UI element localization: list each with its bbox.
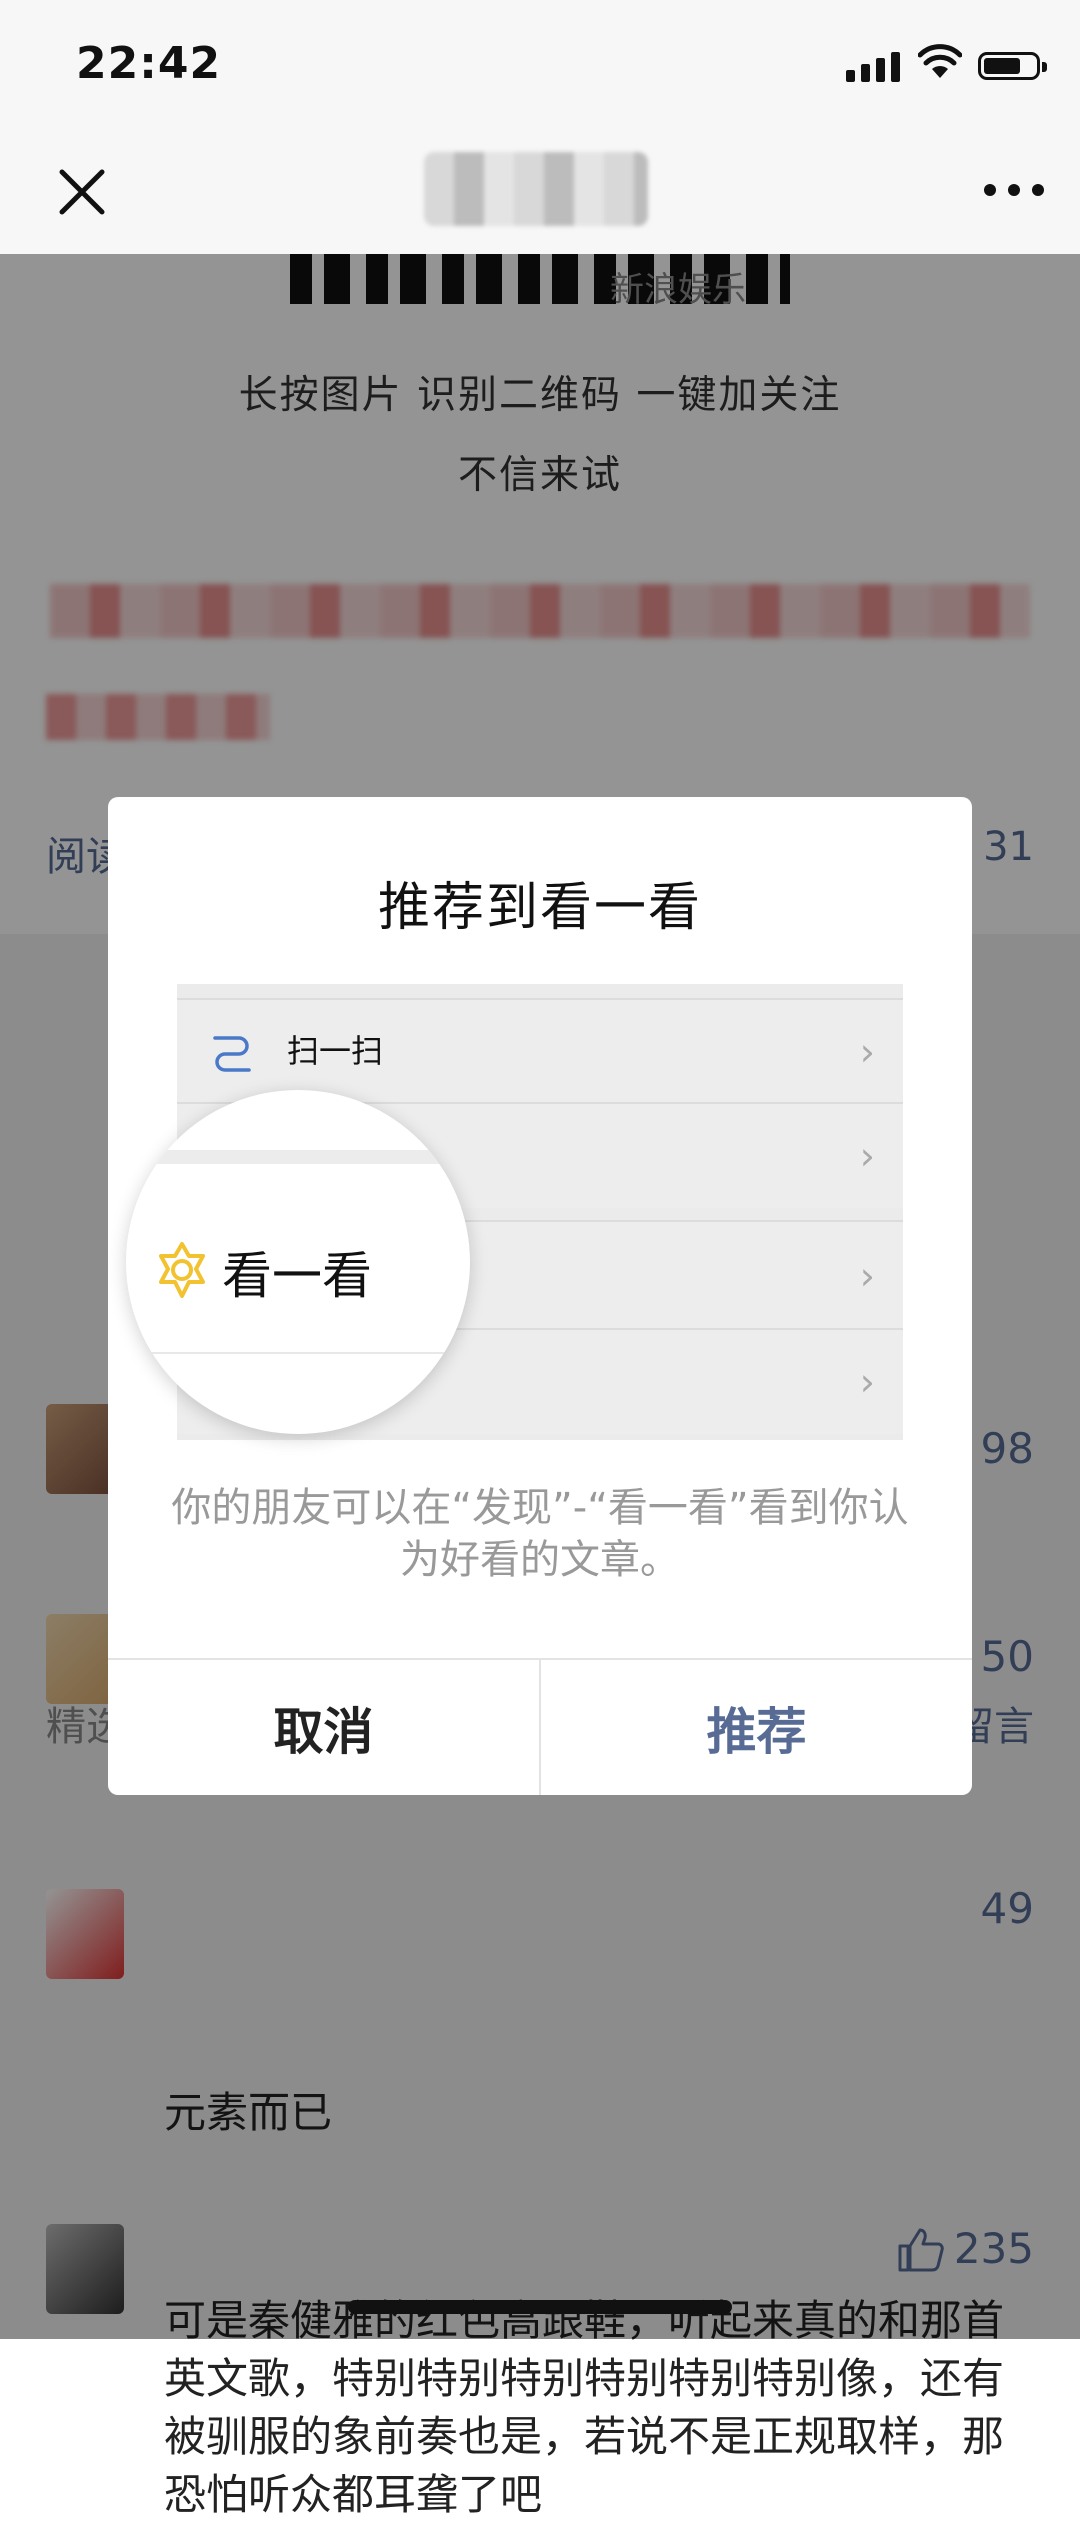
more-options-icon[interactable] [984,184,1044,196]
cancel-button[interactable]: 取消 [108,1660,539,1795]
wifi-icon [918,44,962,78]
illustration-scan-label: 扫一扫 [287,1032,384,1070]
dialog-title: 推荐到看一看 [377,878,702,938]
nav-bar [0,130,1080,254]
scan-icon [213,1036,251,1072]
battery-icon [978,52,1047,80]
top-stories-icon [159,1242,205,1298]
page-title-blurred [424,152,648,226]
chevron-right-icon: › [859,1030,875,1074]
recommend-button[interactable]: 推荐 [541,1660,972,1795]
chevron-right-icon: › [859,1360,875,1404]
cellular-signal-icon [846,52,900,82]
status-time: 22:42 [76,38,222,89]
dialog-description: 你的朋友可以在“发现”-“看一看”看到你认为好看的文章。 [171,1485,909,1583]
recommend-dialog: 推荐到看一看 扫一扫 › › › › 看一看 你的朋友可以在“发现”-“看一看”… [108,797,972,1795]
magnifier-highlight: 看一看 [126,1090,470,1434]
status-bar: 22:42 [0,0,1080,130]
highlight-label: 看一看 [222,1247,372,1305]
illustration-row-scan: 扫一扫 › [177,998,903,1104]
chevron-right-icon: › [859,1134,875,1178]
chevron-right-icon: › [859,1254,875,1298]
close-icon[interactable] [50,160,114,224]
home-indicator [348,2300,732,2314]
